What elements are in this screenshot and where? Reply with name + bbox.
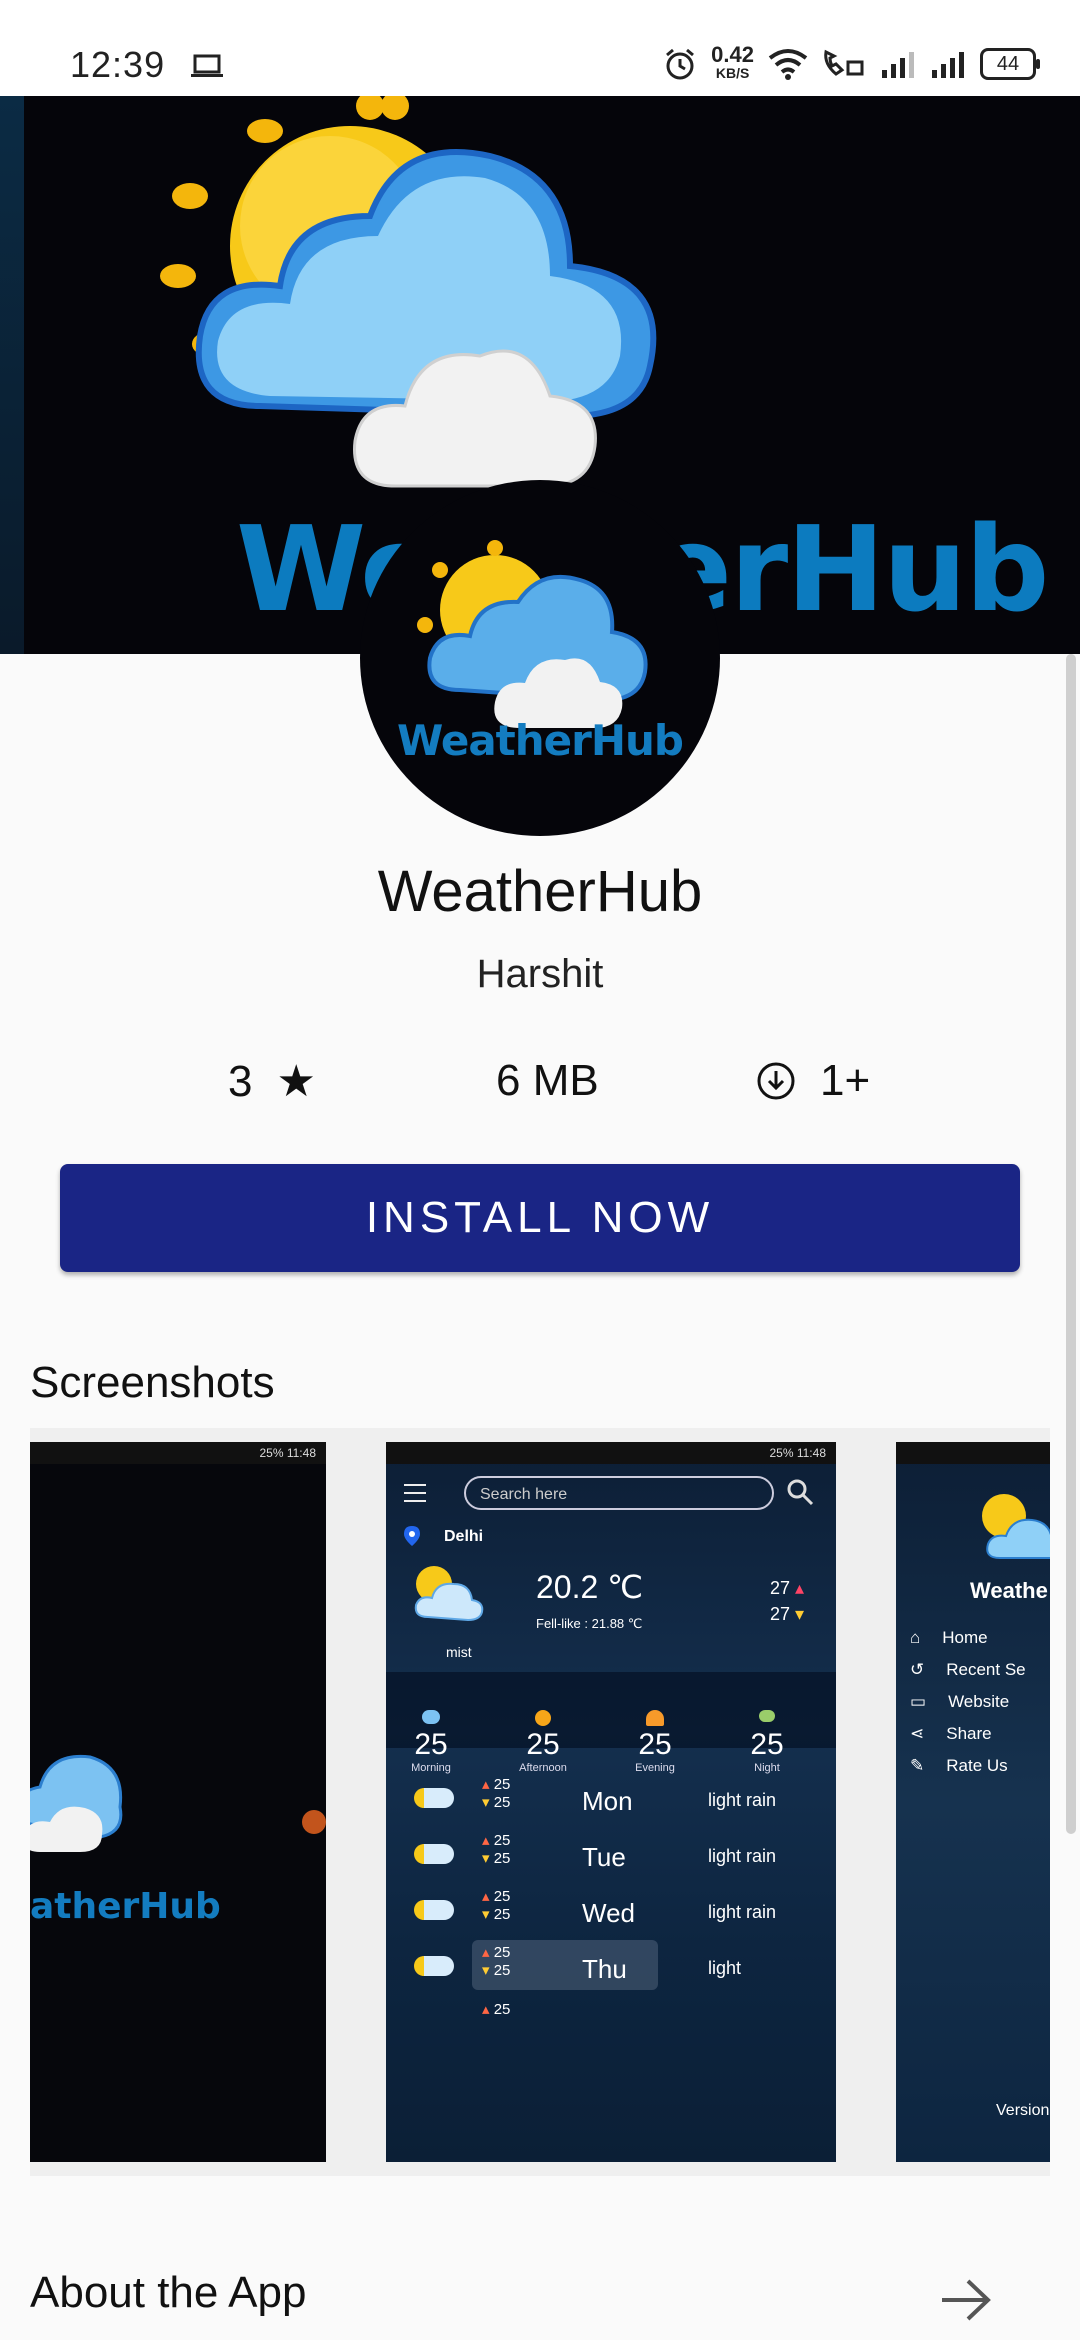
partly-cloudy-icon — [414, 1844, 454, 1864]
network-speed: 0.42 KB/S — [711, 42, 754, 82]
city-name: Delhi — [444, 1528, 484, 1545]
period-evening: 25 Evening — [610, 1710, 700, 1774]
forecast-row-partial: ▴ 25 — [482, 2001, 511, 2018]
app-logo: WeatherHub — [360, 480, 720, 836]
size-stat: 6 MB — [496, 1056, 599, 1106]
sun-cloud-illustration — [160, 96, 657, 488]
mini-status-bar — [896, 1442, 1050, 1464]
menu-icon — [404, 1484, 426, 1502]
downloads-stat: 1+ — [756, 1056, 870, 1106]
drawer-version: Version — [996, 2102, 1050, 2119]
mini-status-bar: 25% 11:48 — [386, 1442, 836, 1464]
partly-cloudy-icon — [414, 1956, 454, 1976]
cloud-icon — [422, 1710, 440, 1724]
about-heading[interactable]: About the App — [30, 2268, 306, 2318]
partly-cloudy-icon — [414, 1900, 454, 1920]
web-icon: ▭ — [910, 1692, 927, 1711]
wifi-calling-icon — [824, 49, 864, 76]
arrow-up-icon: ▴ — [795, 1578, 805, 1598]
forecast-row: ▴ 25 ▾ 25 Thu light — [386, 1940, 836, 2000]
period-morning: 25 Morning — [386, 1710, 476, 1774]
downloads-value: 1+ — [820, 1056, 871, 1105]
feels-like: Fell-like : 21.88 ℃ — [536, 1616, 643, 1631]
forecast-row: ▴ 25 ▾ 25 Wed light rain — [386, 1884, 836, 1944]
rating-stat: 3 ★ — [228, 1056, 316, 1107]
logo-text: WeatherHub — [397, 716, 684, 765]
home-icon: ⌂ — [910, 1628, 921, 1647]
arrow-right-icon[interactable] — [940, 2278, 992, 2322]
arrow-down-icon: ▾ — [795, 1604, 805, 1624]
history-icon: ↺ — [910, 1660, 925, 1679]
size-value: 6 MB — [496, 1056, 599, 1105]
temp-high: 27 ▴ — [770, 1578, 805, 1598]
battery-indicator: 44 — [980, 48, 1040, 80]
screenshot-2[interactable]: 25% 11:48 Search here Delhi 20.2 ℃ Fell-… — [386, 1442, 836, 2162]
moon-cloud-icon — [759, 1710, 775, 1722]
banner-edge — [0, 96, 24, 654]
sunset-icon — [646, 1710, 664, 1726]
signal-icon — [882, 52, 914, 78]
status-icons: 0.42 KB/S 44 — [663, 42, 1040, 82]
forecast-row: ▴ 25 ▾ 25 Tue light rain — [386, 1828, 836, 1888]
wifi-icon — [768, 49, 808, 80]
condition-text: mist — [446, 1644, 472, 1660]
partly-cloudy-icon — [414, 1788, 454, 1808]
record-indicator — [302, 1810, 326, 1834]
mini-status-bar: 25% 11:48 — [30, 1442, 326, 1464]
location-pin-icon — [404, 1526, 420, 1546]
search-input: Search here — [464, 1476, 774, 1510]
logo-cloud-icon — [417, 540, 648, 728]
laptop-icon — [191, 54, 223, 77]
scrollbar[interactable] — [1066, 654, 1076, 1834]
cloud-icon — [30, 1754, 123, 1852]
drawer-item-share: ⋖ Share — [910, 1724, 992, 1743]
drawer-item-recent: ↺ Recent Se — [910, 1660, 1026, 1679]
signal-icon — [932, 52, 964, 78]
drawer-brand: Weathe — [970, 1578, 1048, 1603]
status-time: 12:39 — [70, 44, 166, 85]
drawer-item-home: ⌂ Home — [910, 1628, 988, 1647]
drawer-item-rate: ✎ Rate Us — [910, 1756, 1008, 1775]
drawer-item-website: ▭ Website — [910, 1692, 1010, 1711]
sun-cloud-icon — [982, 1494, 1050, 1559]
share-icon: ⋖ — [910, 1724, 925, 1743]
screenshots-heading: Screenshots — [30, 1358, 275, 1407]
app-stats: 3 ★ 6 MB 1+ — [0, 1056, 1080, 1116]
sun-icon — [535, 1710, 551, 1726]
download-circle-icon — [757, 1062, 795, 1100]
period-night: 25 Night — [722, 1710, 812, 1774]
period-afternoon: 25 Afternoon — [498, 1710, 588, 1774]
search-icon — [787, 1479, 814, 1506]
screenshot-3[interactable]: Weathe ⌂ Home ↺ Recent Se ▭ Website ⋖ Share … — [896, 1442, 1050, 2162]
forecast-row: ▴ 25 ▾ 25 Mon light rain — [386, 1772, 836, 1832]
star-icon: ★ — [276, 1057, 316, 1106]
current-temp: 20.2 ℃ — [536, 1569, 644, 1605]
app-name: WeatherHub — [377, 859, 703, 924]
install-now-button[interactable]: INSTALL NOW — [60, 1164, 1020, 1272]
brand-text: atherHub — [30, 1886, 221, 1927]
rating-value: 3 — [228, 1056, 253, 1106]
partly-cloudy-icon — [414, 1566, 484, 1622]
status-bar: 12:39 0.42 KB/S 44 — [0, 0, 1080, 96]
developer-name[interactable]: Harshit — [0, 952, 1080, 997]
alarm-icon — [666, 48, 695, 80]
temp-low: 27 ▾ — [770, 1604, 805, 1624]
rate-icon: ✎ — [910, 1756, 925, 1775]
screenshot-1[interactable]: 25% 11:48 atherHub — [30, 1442, 326, 2162]
screenshots-carousel[interactable]: 25% 11:48 atherHub 25% 11:48 Search here… — [30, 1428, 1050, 2176]
